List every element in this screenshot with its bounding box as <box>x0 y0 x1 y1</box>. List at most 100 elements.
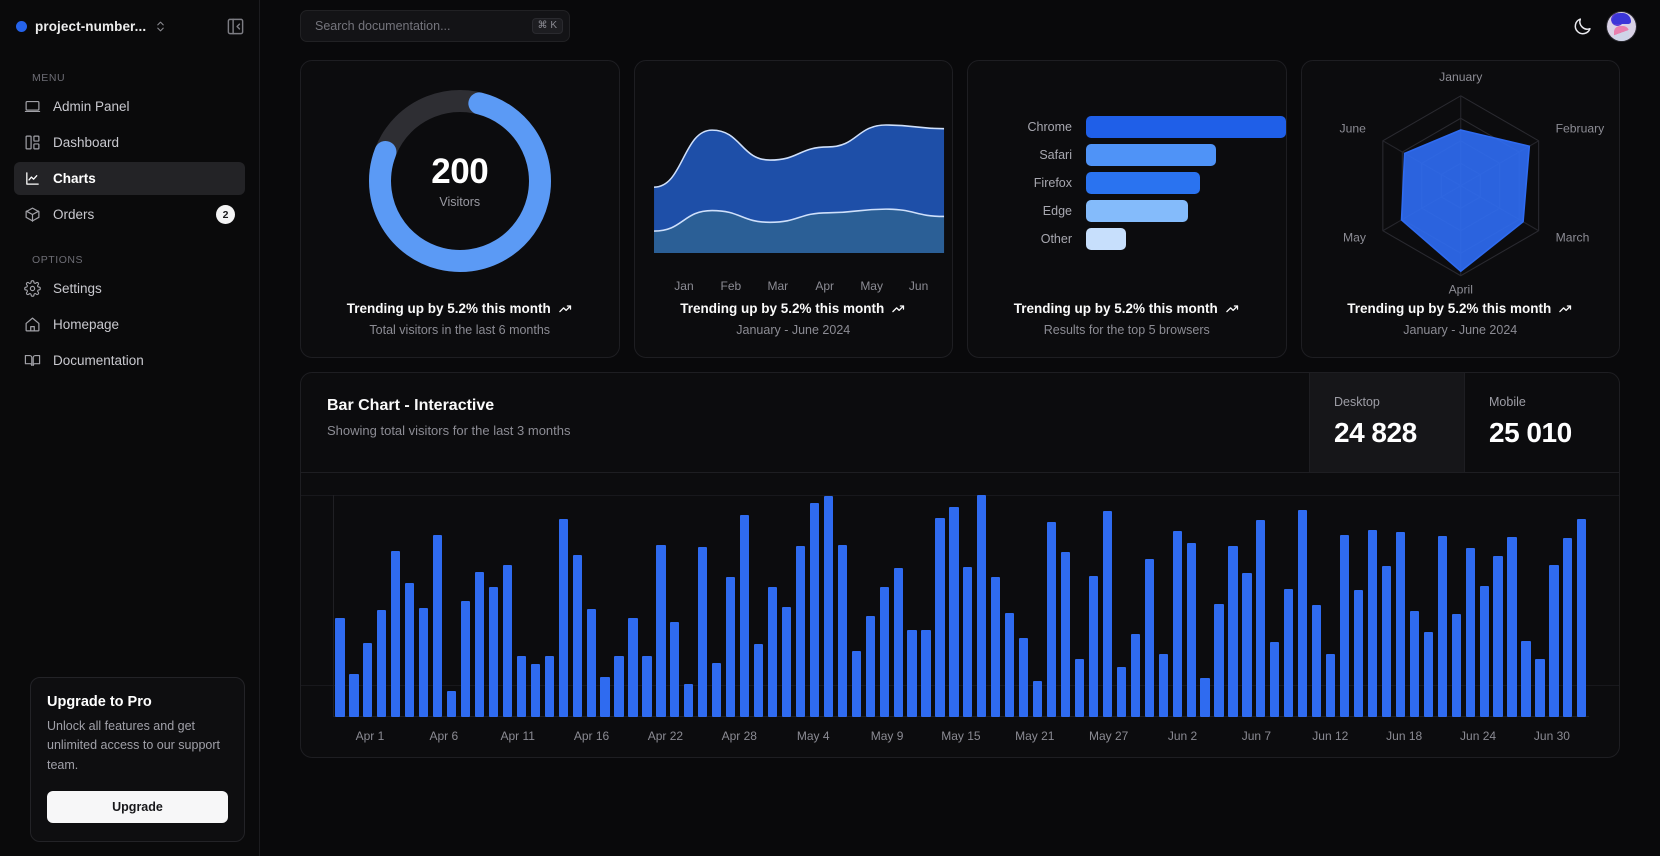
bar-slot[interactable] <box>514 495 528 717</box>
search-input[interactable] <box>315 19 532 33</box>
bar[interactable] <box>489 587 498 717</box>
bar[interactable] <box>391 551 400 717</box>
bar[interactable] <box>545 656 554 717</box>
bar[interactable] <box>963 567 972 717</box>
bar-slot[interactable] <box>1086 495 1100 717</box>
bar[interactable] <box>1089 576 1098 717</box>
bar-slot[interactable] <box>556 495 570 717</box>
bar[interactable] <box>517 656 526 717</box>
bar-slot[interactable] <box>752 495 766 717</box>
bar[interactable] <box>768 587 777 717</box>
upgrade-button[interactable]: Upgrade <box>47 791 228 823</box>
bar-slot[interactable] <box>1017 495 1031 717</box>
bar[interactable] <box>405 583 414 717</box>
bar-slot[interactable] <box>431 495 445 717</box>
bar-slot[interactable] <box>877 495 891 717</box>
bar-slot[interactable] <box>1073 495 1087 717</box>
tab-mobile[interactable]: Mobile 25 010 <box>1464 373 1619 472</box>
bar[interactable] <box>656 545 665 717</box>
bar[interactable] <box>1117 667 1126 717</box>
bar-slot[interactable] <box>1575 495 1589 717</box>
bar-slot[interactable] <box>1128 495 1142 717</box>
bar-slot[interactable] <box>445 495 459 717</box>
bar[interactable] <box>1480 586 1489 717</box>
bar-slot[interactable] <box>333 495 347 717</box>
bar[interactable] <box>1061 552 1070 717</box>
bar[interactable] <box>1577 519 1586 717</box>
bar[interactable] <box>1214 604 1223 717</box>
bar-slot[interactable] <box>961 495 975 717</box>
bar[interactable] <box>1145 559 1154 717</box>
bar-slot[interactable] <box>1338 495 1352 717</box>
bar-slot[interactable] <box>375 495 389 717</box>
tab-desktop[interactable]: Desktop 24 828 <box>1309 373 1464 472</box>
bar-slot[interactable] <box>1296 495 1310 717</box>
bar-slot[interactable] <box>1491 495 1505 717</box>
bar[interactable] <box>1159 654 1168 717</box>
bar[interactable] <box>684 684 693 717</box>
bar-slot[interactable] <box>1059 495 1073 717</box>
bar[interactable] <box>1521 641 1530 717</box>
bar-slot[interactable] <box>821 495 835 717</box>
bar[interactable] <box>1228 546 1237 717</box>
bar[interactable] <box>880 587 889 717</box>
bar-slot[interactable] <box>500 495 514 717</box>
bar-slot[interactable] <box>1142 495 1156 717</box>
bar-slot[interactable] <box>724 495 738 717</box>
bar-slot[interactable] <box>1366 495 1380 717</box>
bar[interactable] <box>335 618 344 717</box>
bar[interactable] <box>1326 654 1335 717</box>
bar-slot[interactable] <box>542 495 556 717</box>
bar-slot[interactable] <box>989 495 1003 717</box>
bar[interactable] <box>1298 510 1307 717</box>
bar-slot[interactable] <box>1519 495 1533 717</box>
bar[interactable] <box>614 656 623 717</box>
bar-slot[interactable] <box>933 495 947 717</box>
avatar[interactable] <box>1607 12 1636 41</box>
bar-slot[interactable] <box>1561 495 1575 717</box>
bar[interactable] <box>1005 613 1014 717</box>
bar-slot[interactable] <box>793 495 807 717</box>
bar[interactable] <box>628 618 637 717</box>
bar[interactable] <box>1075 659 1084 717</box>
bar[interactable] <box>1242 573 1251 717</box>
bar-slot[interactable] <box>668 495 682 717</box>
bar-slot[interactable] <box>1463 495 1477 717</box>
bar[interactable] <box>935 518 944 717</box>
bar-slot[interactable] <box>570 495 584 717</box>
bar-slot[interactable] <box>1031 495 1045 717</box>
bar[interactable] <box>1549 565 1558 717</box>
sidebar-item-homepage[interactable]: Homepage <box>14 308 245 341</box>
bar[interactable] <box>447 691 456 717</box>
bar[interactable] <box>712 663 721 717</box>
bar[interactable] <box>1438 536 1447 717</box>
bar[interactable] <box>907 630 916 717</box>
bar-slot[interactable] <box>640 495 654 717</box>
sidebar-item-orders[interactable]: Orders 2 <box>14 198 245 231</box>
bar-slot[interactable] <box>1184 495 1198 717</box>
bar-slot[interactable] <box>1449 495 1463 717</box>
bar[interactable] <box>573 555 582 717</box>
bar[interactable] <box>1340 535 1349 717</box>
bar-slot[interactable] <box>1324 495 1338 717</box>
bar[interactable] <box>991 577 1000 717</box>
bar-slot[interactable] <box>1114 495 1128 717</box>
bar-slot[interactable] <box>654 495 668 717</box>
bar[interactable] <box>824 496 833 717</box>
bar[interactable] <box>726 577 735 717</box>
bar-slot[interactable] <box>1003 495 1017 717</box>
bar-slot[interactable] <box>766 495 780 717</box>
bar-slot[interactable] <box>1212 495 1226 717</box>
bar-slot[interactable] <box>835 495 849 717</box>
project-switcher[interactable]: project-number... <box>0 0 259 52</box>
bar-slot[interactable] <box>807 495 821 717</box>
bar[interactable] <box>1033 681 1042 717</box>
bar-slot[interactable] <box>1198 495 1212 717</box>
bar[interactable] <box>531 664 540 717</box>
bar[interactable] <box>894 568 903 717</box>
bar-slot[interactable] <box>891 495 905 717</box>
bar-slot[interactable] <box>1379 495 1393 717</box>
bar-slot[interactable] <box>1045 495 1059 717</box>
bar[interactable] <box>1270 642 1279 717</box>
bar-slot[interactable] <box>1533 495 1547 717</box>
